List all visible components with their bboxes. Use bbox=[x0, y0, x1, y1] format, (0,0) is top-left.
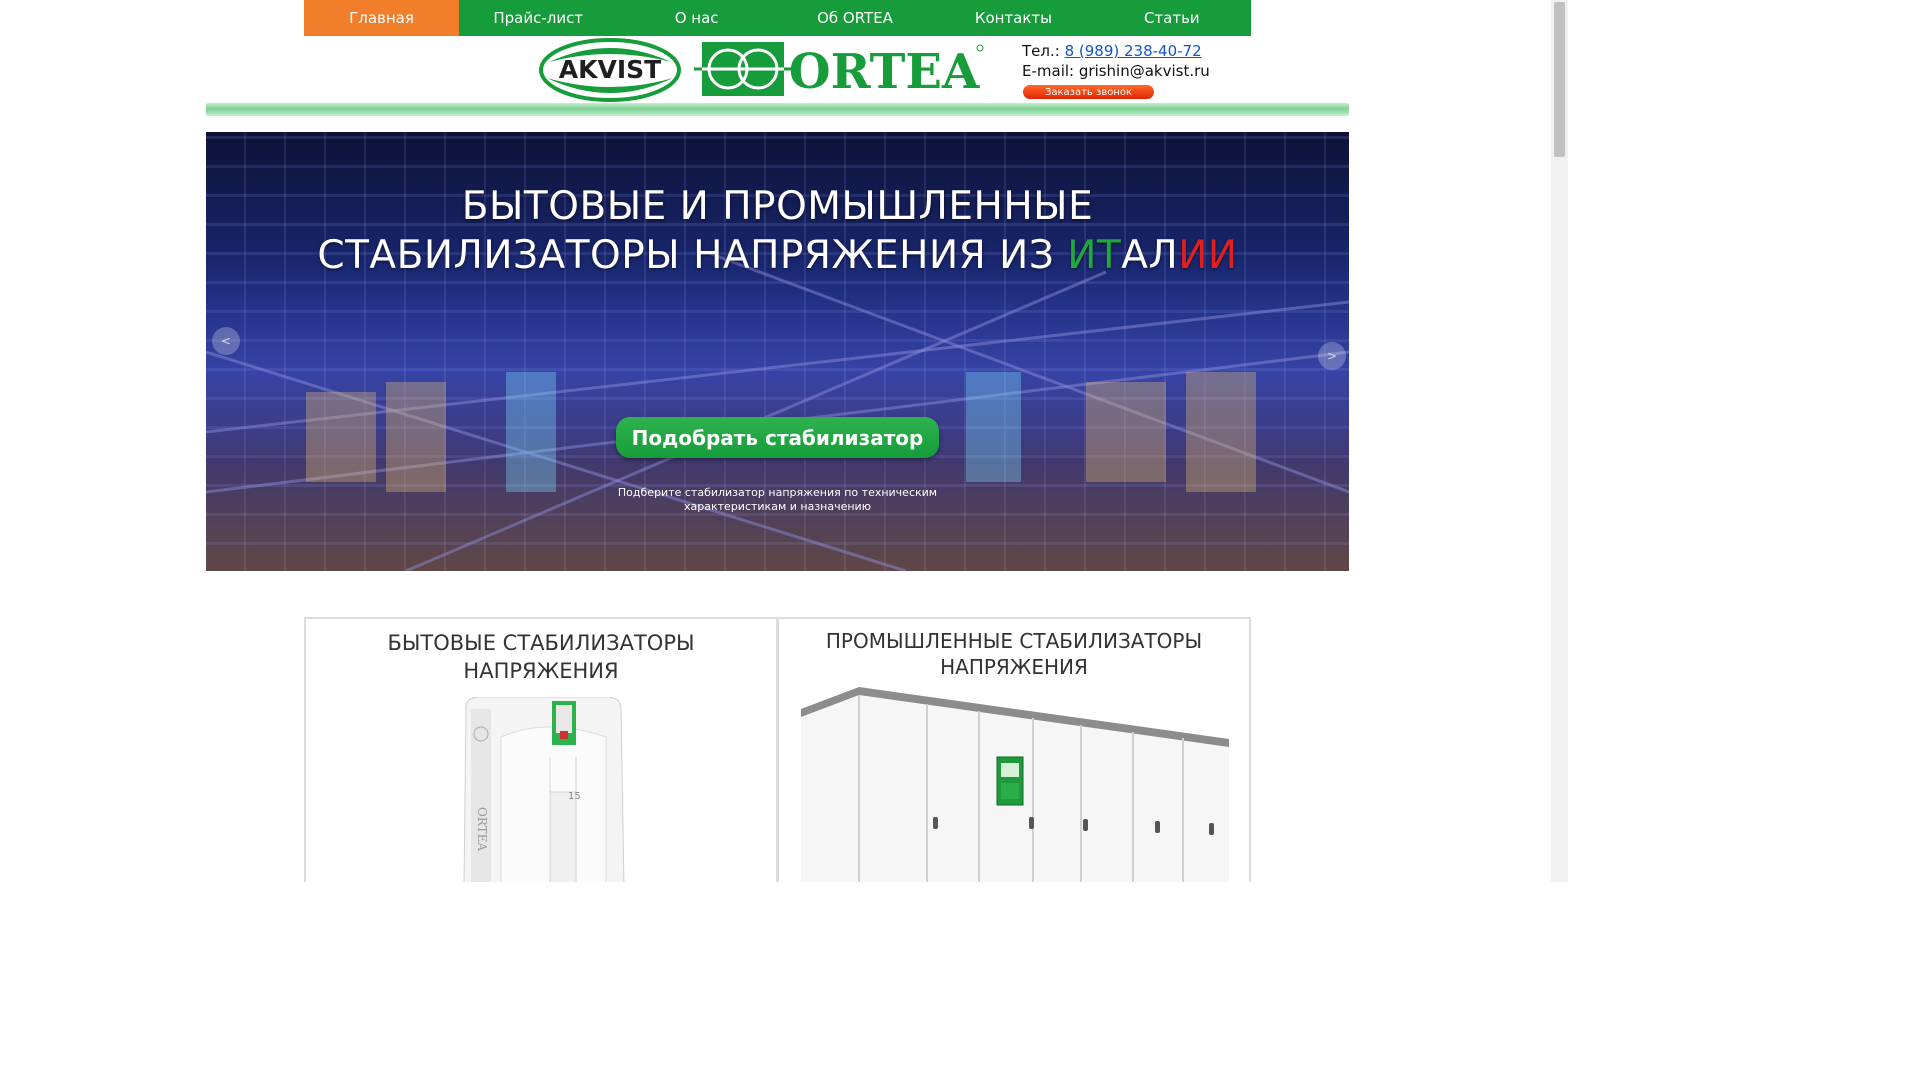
svg-text:15: 15 bbox=[568, 791, 581, 802]
email-line: E-mail: grishin@akvist.ru bbox=[1022, 61, 1210, 81]
svg-text:ORTEA: ORTEA bbox=[789, 44, 980, 100]
phone-line: Тел.: 8 (989) 238-40-72 bbox=[1022, 41, 1210, 61]
household-stabilizer-image: 15 ORTEA bbox=[463, 697, 625, 882]
svg-text:AKVIST: AKVIST bbox=[559, 55, 661, 84]
request-callback-button[interactable]: Заказать звонок bbox=[1023, 85, 1154, 99]
slider-next-icon[interactable]: > bbox=[1318, 342, 1346, 370]
hero-title-line2-main: СТАБИЛИЗАТОРЫ НАПРЯЖЕНИЯ ИЗ bbox=[317, 233, 1068, 278]
slider-prev-icon[interactable]: < bbox=[212, 327, 240, 355]
hero-subtitle: Подберите стабилизатор напряжения по тех… bbox=[617, 486, 938, 513]
page-scrollbar[interactable] bbox=[1551, 0, 1568, 882]
household-stabilizers-card[interactable]: БЫТОВЫЕ СТАБИЛИЗАТОРЫ НАПРЯЖЕНИЯ 15 ORTE… bbox=[304, 617, 778, 882]
household-card-title: БЫТОВЫЕ СТАБИЛИЗАТОРЫ НАПРЯЖЕНИЯ bbox=[306, 629, 776, 685]
scrollbar-thumb[interactable] bbox=[1554, 2, 1565, 157]
industrial-title-line1: ПРОМЫШЛЕННЫЕ СТАБИЛИЗАТОРЫ bbox=[825, 629, 1203, 653]
household-title-line1: БЫТОВЫЕ СТАБИЛИЗАТОРЫ bbox=[387, 631, 695, 655]
email-label: E-mail: bbox=[1022, 62, 1075, 80]
hero-slider: БЫТОВЫЕ И ПРОМЫШЛЕННЫЕ СТАБИЛИЗАТОРЫ НАП… bbox=[206, 132, 1349, 571]
main-nav: Главная Прайс-лист О нас Об ORTEA Контак… bbox=[304, 0, 1251, 36]
email-value[interactable]: grishin@akvist.ru bbox=[1079, 62, 1210, 80]
nav-item-contacts[interactable]: Контакты bbox=[934, 0, 1092, 36]
contact-info: Тел.: 8 (989) 238-40-72 E-mail: grishin@… bbox=[1022, 41, 1210, 81]
hero-title: БЫТОВЫЕ И ПРОМЫШЛЕННЫЕ СТАБИЛИЗАТОРЫ НАП… bbox=[206, 182, 1349, 280]
phone-label: Тел.: bbox=[1022, 42, 1060, 60]
page: Главная Прайс-лист О нас Об ORTEA Контак… bbox=[0, 0, 1568, 882]
household-title-line2: НАПРЯЖЕНИЯ bbox=[463, 659, 619, 683]
nav-item-about[interactable]: О нас bbox=[617, 0, 775, 36]
akvist-logo[interactable]: AKVIST bbox=[539, 38, 681, 102]
nav-item-home[interactable]: Главная bbox=[304, 0, 459, 36]
hero-title-al-white: АЛ bbox=[1121, 233, 1179, 278]
hero-title-ii-red: ИИ bbox=[1178, 233, 1238, 278]
phone-link[interactable]: 8 (989) 238-40-72 bbox=[1065, 42, 1202, 60]
industrial-title-line2: НАПРЯЖЕНИЯ bbox=[940, 655, 1088, 679]
svg-text:ORTEA: ORTEA bbox=[475, 807, 489, 851]
hero-title-line2: СТАБИЛИЗАТОРЫ НАПРЯЖЕНИЯ ИЗ ИТАЛИИ bbox=[206, 231, 1349, 280]
hero-title-line1: БЫТОВЫЕ И ПРОМЫШЛЕННЫЕ bbox=[461, 184, 1094, 229]
industrial-stabilizer-image bbox=[801, 687, 1229, 882]
nav-item-articles[interactable]: Статьи bbox=[1093, 0, 1251, 36]
select-stabilizer-button[interactable]: Подобрать стабилизатор bbox=[616, 417, 939, 458]
header-divider bbox=[206, 103, 1349, 116]
nav-item-price-list[interactable]: Прайс-лист bbox=[459, 0, 617, 36]
industrial-card-title: ПРОМЫШЛЕННЫЕ СТАБИЛИЗАТОРЫ НАПРЯЖЕНИЯ bbox=[779, 628, 1249, 680]
hero-title-it-green: ИТ bbox=[1067, 233, 1122, 278]
industrial-stabilizers-card[interactable]: ПРОМЫШЛЕННЫЕ СТАБИЛИЗАТОРЫ НАПРЯЖЕНИЯ bbox=[777, 617, 1251, 882]
ortea-logo[interactable]: ORTEA bbox=[694, 38, 986, 100]
nav-item-about-ortea[interactable]: Об ORTEA bbox=[776, 0, 934, 36]
